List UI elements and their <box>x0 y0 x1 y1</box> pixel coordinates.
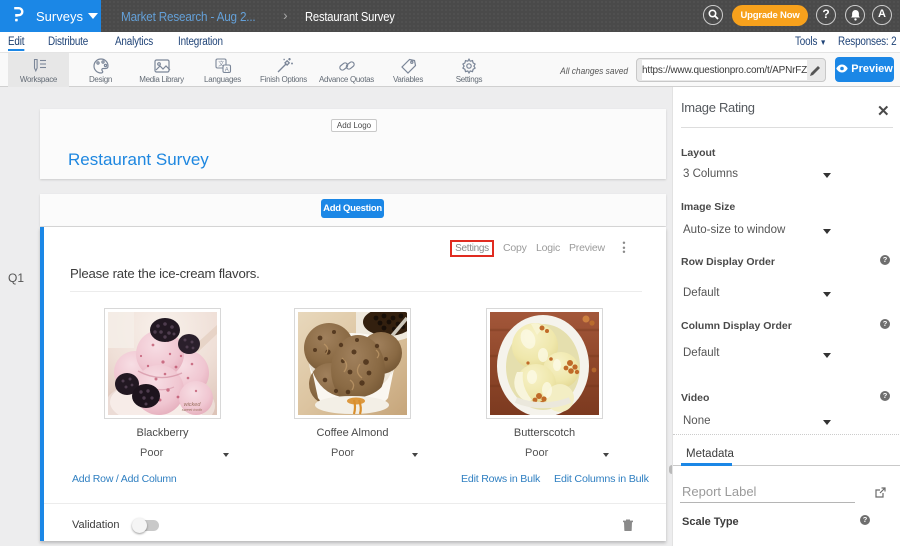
svg-text:文: 文 <box>218 60 224 68</box>
svg-text:A: A <box>224 68 228 74</box>
svg-text:sweet tooth: sweet tooth <box>182 407 203 412</box>
